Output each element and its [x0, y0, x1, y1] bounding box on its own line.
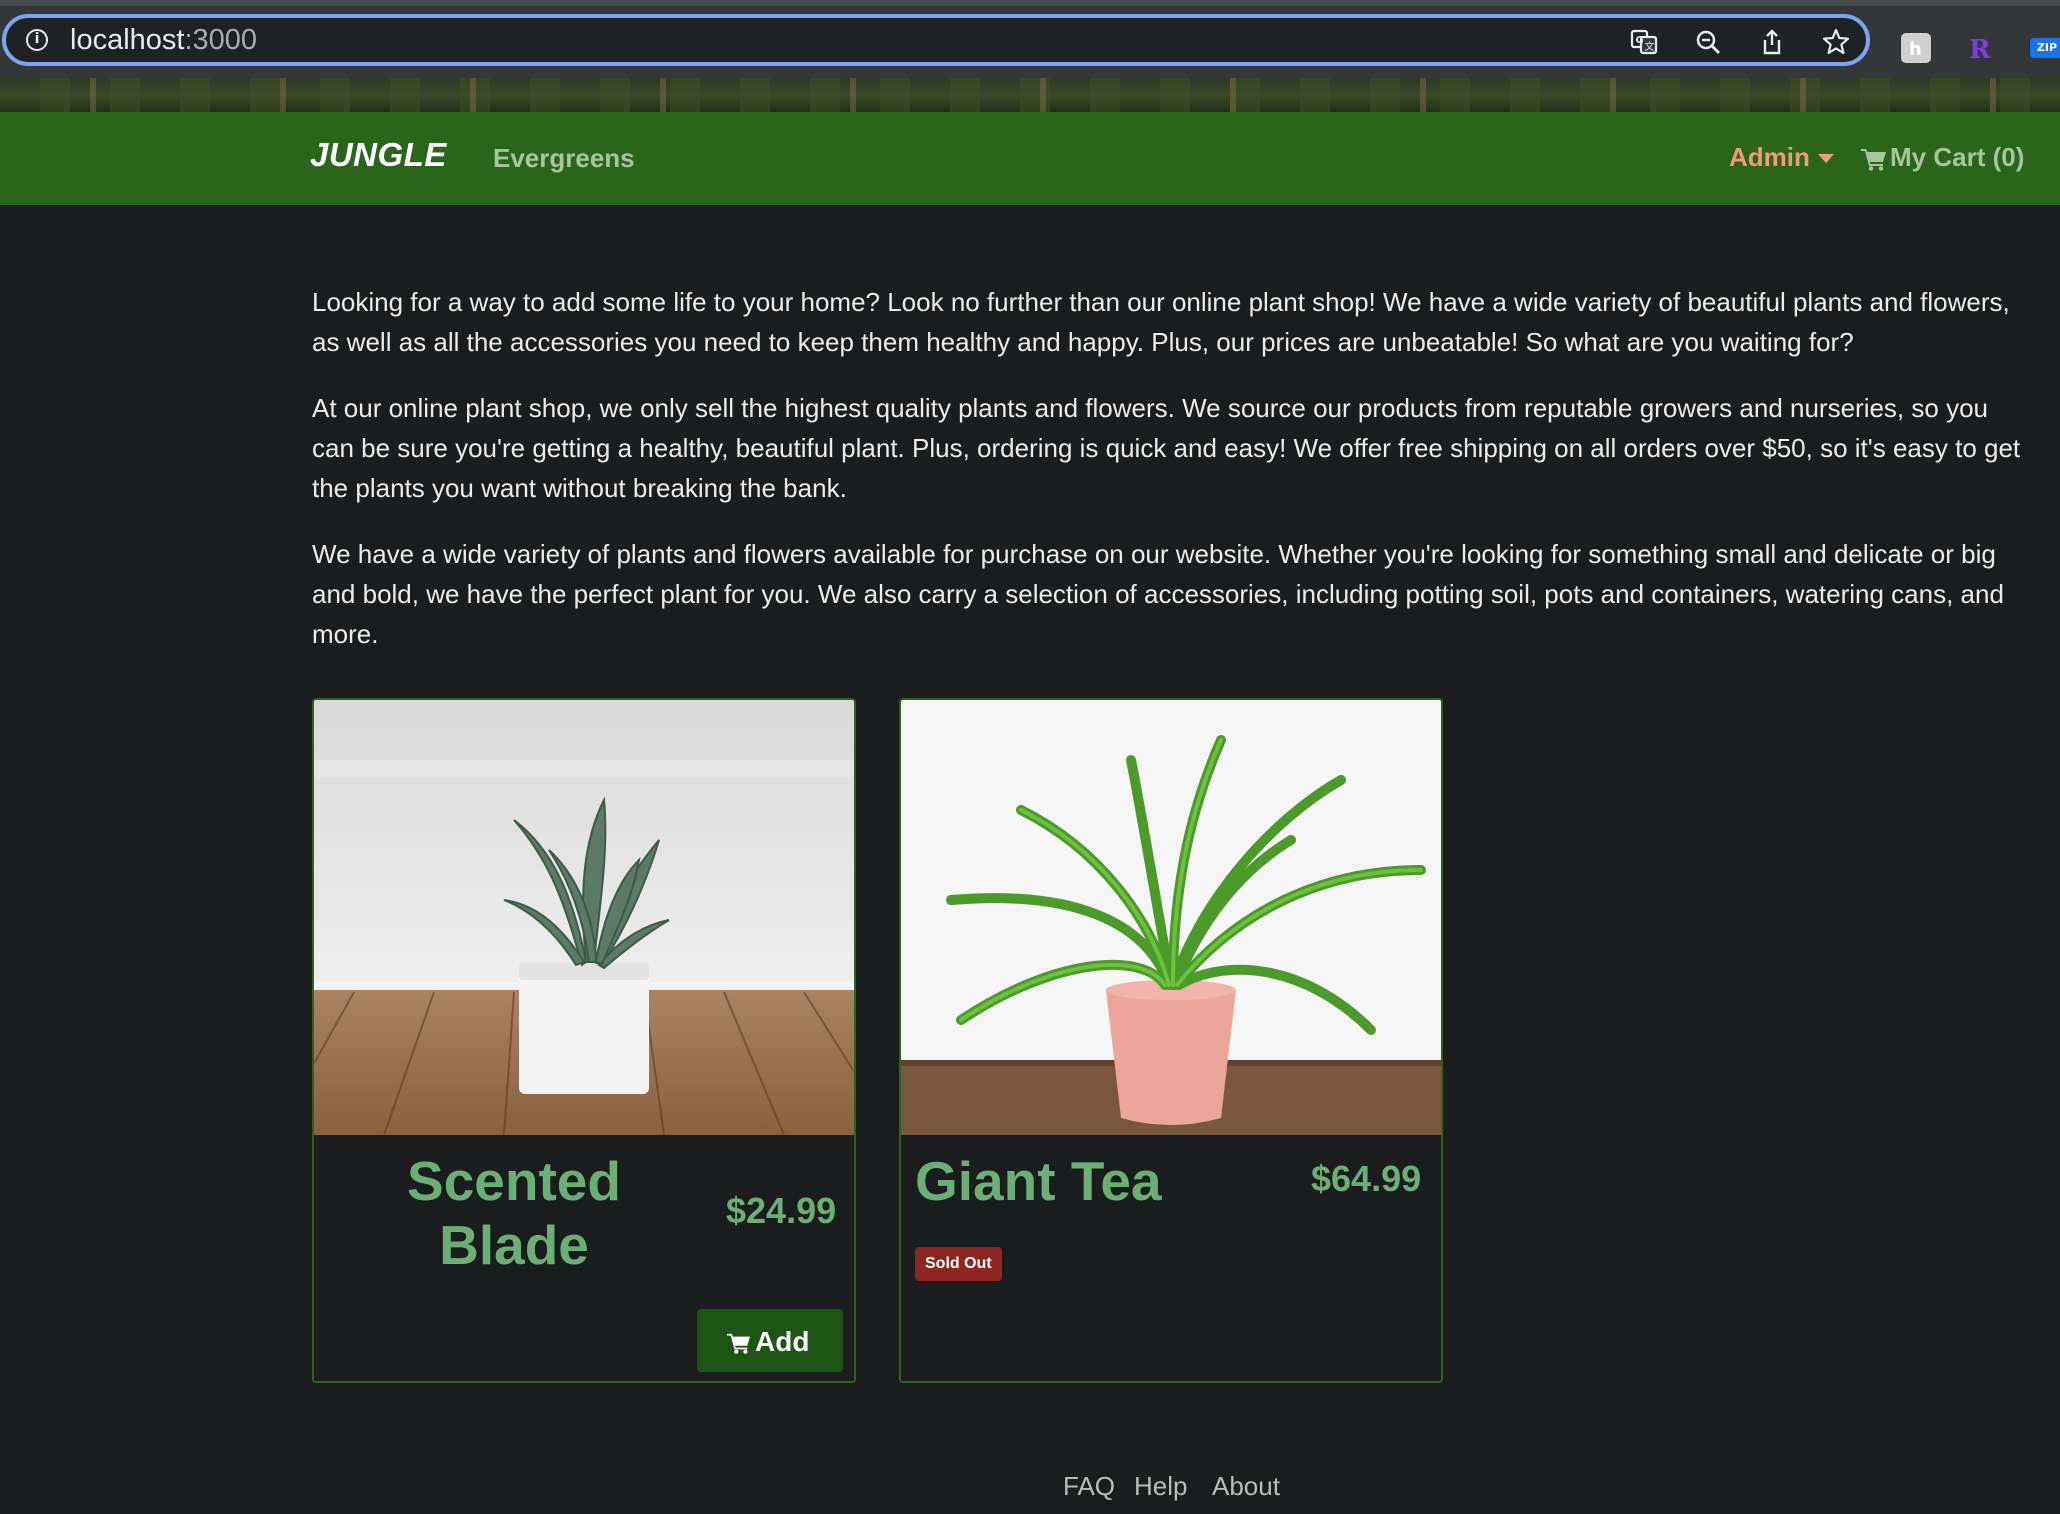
browser-toolbar: i localhost:3000 G 文 h R ZIP [0, 0, 2060, 78]
intro-paragraph: At our online plant shop, we only sell t… [312, 393, 2021, 503]
product-image[interactable] [901, 700, 1441, 1135]
url-text[interactable]: localhost:3000 [70, 24, 257, 57]
cart-icon[interactable] [1861, 147, 1887, 171]
url-port: :3000 [184, 24, 258, 56]
add-to-cart-button[interactable]: Add [697, 1309, 843, 1372]
address-bar[interactable]: i localhost:3000 G 文 [2, 14, 1870, 66]
add-button-label: Add [755, 1326, 810, 1357]
intro-paragraph: We have a wide variety of plants and flo… [312, 539, 2004, 649]
site-navbar: JUNGLE Evergreens Admin My Cart (0) [0, 112, 2060, 205]
product-card[interactable]: Giant Tea $64.99 Sold Out [899, 698, 1443, 1383]
hoppscotch-extension-icon[interactable]: h [1900, 32, 1932, 64]
footer-link-help[interactable]: Help [1134, 1471, 1187, 1502]
bookmark-star-icon[interactable] [1822, 28, 1850, 56]
product-price: $64.99 [1311, 1158, 1422, 1199]
intro-text: Looking for a way to add some life to yo… [312, 282, 2032, 680]
zoom-out-icon[interactable] [1694, 28, 1722, 56]
r-extension-icon[interactable]: R [1963, 32, 1995, 64]
svg-text:G: G [1636, 35, 1644, 46]
footer-link-faq[interactable]: FAQ [1063, 1471, 1115, 1502]
my-cart-link[interactable]: My Cart (0) [1890, 142, 2024, 173]
url-host: localhost [70, 24, 185, 56]
admin-dropdown[interactable]: Admin [1729, 142, 1810, 173]
translate-icon[interactable]: G 文 [1630, 28, 1658, 56]
svg-text:R: R [1969, 35, 1991, 64]
zip-extension-icon[interactable]: ZIP [2030, 38, 2060, 58]
cart-icon [727, 1333, 750, 1354]
nav-category-evergreens[interactable]: Evergreens [493, 143, 635, 174]
intro-paragraph: Looking for a way to add some life to yo… [312, 287, 2010, 357]
product-price: $24.99 [726, 1190, 837, 1231]
product-image[interactable] [314, 700, 854, 1135]
forest-banner-image [0, 78, 2060, 112]
svg-text:h: h [1909, 39, 1922, 60]
product-name[interactable]: Giant Tea [915, 1149, 1162, 1213]
brand-logo[interactable]: JUNGLE [310, 136, 447, 174]
sold-out-badge: Sold Out [915, 1247, 1002, 1281]
info-icon[interactable]: i [26, 29, 48, 51]
caret-down-icon[interactable] [1818, 154, 1834, 163]
product-card[interactable]: Scented Blade $24.99 Add [312, 698, 856, 1383]
footer-link-about[interactable]: About [1212, 1471, 1280, 1502]
product-name[interactable]: Scented Blade [384, 1149, 644, 1277]
svg-text:文: 文 [1645, 40, 1655, 53]
share-icon[interactable] [1758, 28, 1786, 56]
